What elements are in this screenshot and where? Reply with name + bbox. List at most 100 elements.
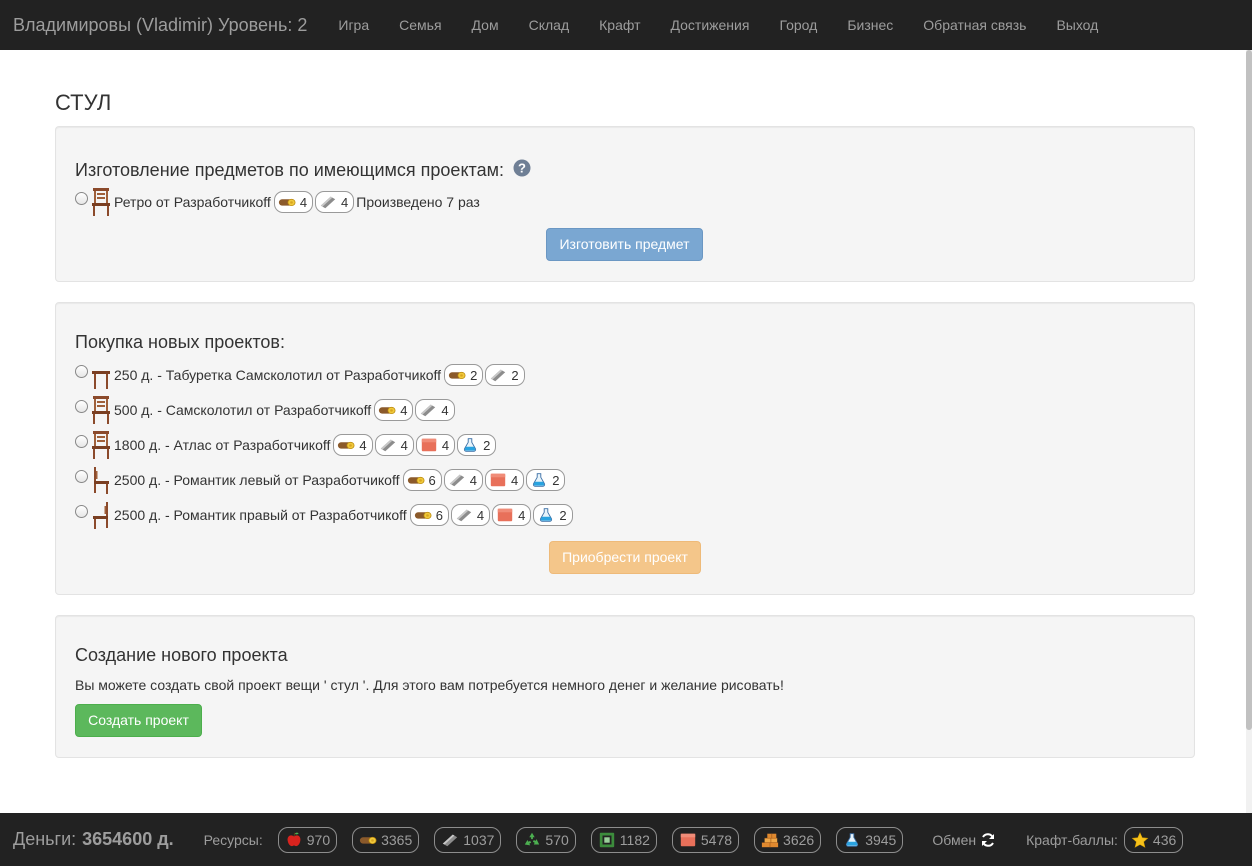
resource-amount: 970 xyxy=(306,831,331,848)
refresh-icon xyxy=(982,832,995,847)
electronics-icon xyxy=(598,831,616,849)
nav-item-craft[interactable]: Крафт xyxy=(584,0,655,50)
project-label: 1800 д. - Атлас от Разработчикоff xyxy=(114,437,331,453)
resource-amount: 4 xyxy=(518,507,526,523)
resource-amount: 4 xyxy=(299,194,308,210)
create-project-description: Вы можете создать свой проект вещи ' сту… xyxy=(75,677,784,693)
make-item-button[interactable]: Изготовить предмет xyxy=(546,228,703,261)
purchase-panel: Покупка новых проектов: 250 д. - Табурет… xyxy=(55,302,1195,595)
chair-icon xyxy=(91,187,111,217)
produced-count: Произведено 7 раз xyxy=(356,194,480,210)
apple-icon xyxy=(285,831,303,849)
resource-badge-fabric: 4 xyxy=(492,504,532,526)
resource-badge-chemistry: 2 xyxy=(526,469,566,491)
nav-item-achievements[interactable]: Достижения xyxy=(656,0,765,50)
resource-amount: 2 xyxy=(511,367,519,383)
chemistry-icon xyxy=(461,437,479,453)
resource-bricks[interactable]: 3626 xyxy=(754,826,822,853)
exchange-label: Обмен xyxy=(932,831,977,848)
chemistry-icon xyxy=(530,472,548,488)
wood-icon xyxy=(337,437,355,453)
resource-electronics[interactable]: 1182 xyxy=(590,826,657,853)
resource-amount: 4 xyxy=(400,437,408,453)
resource-amount: 570 xyxy=(545,831,569,848)
metal-icon xyxy=(448,472,466,488)
star-icon xyxy=(1131,831,1149,849)
nav-item-city[interactable]: Город xyxy=(764,0,832,50)
resource-chemistry[interactable]: 3945 xyxy=(836,826,904,853)
resource-amount: 3945 xyxy=(865,831,897,848)
resources-label: Ресурсы: xyxy=(203,831,263,848)
nav-item-family[interactable]: Семья xyxy=(384,0,456,50)
craft-points-label: Крафт-баллы: xyxy=(1026,831,1118,848)
resource-badge-metal: 4 xyxy=(315,191,355,213)
wood-icon xyxy=(414,507,432,523)
project-radio[interactable] xyxy=(75,364,88,378)
create-project-title: Создание нового проекта xyxy=(75,645,288,665)
wood-icon xyxy=(378,402,396,418)
resource-amount: 2 xyxy=(470,367,478,383)
exchange-link[interactable]: Обмен xyxy=(932,832,996,848)
resource-badge-wood: 4 xyxy=(374,399,414,421)
resource-badge-wood: 6 xyxy=(402,469,442,491)
resource-amount: 4 xyxy=(510,472,519,488)
svg-text:?: ? xyxy=(518,161,526,176)
money-label: Деньги: xyxy=(13,829,77,849)
bricks-icon xyxy=(761,831,779,849)
project-row[interactable]: 2500 д. - Романтик правый от Разработчик… xyxy=(75,500,575,530)
owned-project-row[interactable]: Ретро от Разработчикоff 4 4 Произведено … xyxy=(75,187,480,217)
resource-recycle[interactable]: 570 xyxy=(516,826,576,853)
create-project-button[interactable]: Создать проект xyxy=(75,704,202,737)
project-radio[interactable] xyxy=(75,504,88,518)
resource-badge-wood: 4 xyxy=(333,434,373,456)
metal-icon xyxy=(379,437,397,453)
scrollbar-thumb[interactable] xyxy=(1246,50,1252,730)
project-row[interactable]: 2500 д. - Романтик левый от Разработчико… xyxy=(75,465,567,495)
fabric-icon xyxy=(489,472,507,488)
resource-fabric[interactable]: 5478 xyxy=(671,826,740,853)
resource-amount: 4 xyxy=(341,194,349,210)
nav-item-game[interactable]: Игра xyxy=(323,0,384,50)
resource-amount: 1182 xyxy=(619,831,650,848)
resource-amount: 2 xyxy=(559,507,567,523)
resource-apple[interactable]: 970 xyxy=(277,826,338,853)
nav-item-warehouse[interactable]: Склад xyxy=(514,0,585,50)
resource-badge-metal: 4 xyxy=(415,399,455,421)
project-row[interactable]: 500 д. - Самсколотил от Разработчикоff 4… xyxy=(75,395,457,425)
craft-panel-title-text: Изготовление предметов по имеющимся прое… xyxy=(75,160,504,180)
nav-item-house[interactable]: Дом xyxy=(457,0,514,50)
owned-project-name: Ретро от Разработчикоff xyxy=(114,194,271,210)
project-radio[interactable] xyxy=(75,469,88,483)
top-navbar: Владимировы (Vladimir) Уровень: 2 Игра С… xyxy=(0,0,1252,50)
resource-metal[interactable]: 1037 xyxy=(434,826,502,853)
buy-project-button[interactable]: Приобрести проект xyxy=(549,541,701,574)
project-radio[interactable] xyxy=(75,399,88,413)
nav-item-feedback[interactable]: Обратная связь xyxy=(908,0,1041,50)
resource-amount: 3626 xyxy=(783,831,815,848)
craft-panel-title: Изготовление предметов по имеющимся прое… xyxy=(75,159,531,181)
project-radio[interactable] xyxy=(75,434,88,448)
nav-item-logout[interactable]: Выход xyxy=(1041,0,1113,50)
question-circle-icon[interactable]: ? xyxy=(513,159,531,177)
project-row[interactable]: 250 д. - Табуретка Самсколотил от Разраб… xyxy=(75,360,527,390)
wood-icon xyxy=(407,472,425,488)
resource-amount: 2 xyxy=(483,437,491,453)
project-label: 2500 д. - Романтик левый от Разработчико… xyxy=(114,472,400,488)
craft-panel: Изготовление предметов по имеющимся прое… xyxy=(55,126,1195,282)
resource-amount: 4 xyxy=(441,437,450,453)
owned-project-radio[interactable] xyxy=(75,191,88,205)
chemistry-icon xyxy=(843,831,861,849)
chemistry-icon xyxy=(537,507,555,523)
resource-badge-chemistry: 2 xyxy=(533,504,573,526)
metal-icon xyxy=(489,367,507,383)
chair-icon xyxy=(91,500,111,530)
resource-wood[interactable]: 3365 xyxy=(352,826,420,853)
project-label: 250 д. - Табуретка Самсколотил от Разраб… xyxy=(114,367,442,383)
nav-item-business[interactable]: Бизнес xyxy=(832,0,908,50)
craft-points-badge[interactable]: 436 xyxy=(1123,826,1184,853)
resource-badge-metal: 4 xyxy=(374,434,414,456)
project-row[interactable]: 1800 д. - Атлас от Разработчикоff 4 4 4 … xyxy=(75,430,498,460)
resource-amount: 5478 xyxy=(700,831,733,848)
brand-title[interactable]: Владимировы (Vladimir) Уровень: 2 xyxy=(0,15,307,36)
resource-badge-wood: 6 xyxy=(409,504,449,526)
